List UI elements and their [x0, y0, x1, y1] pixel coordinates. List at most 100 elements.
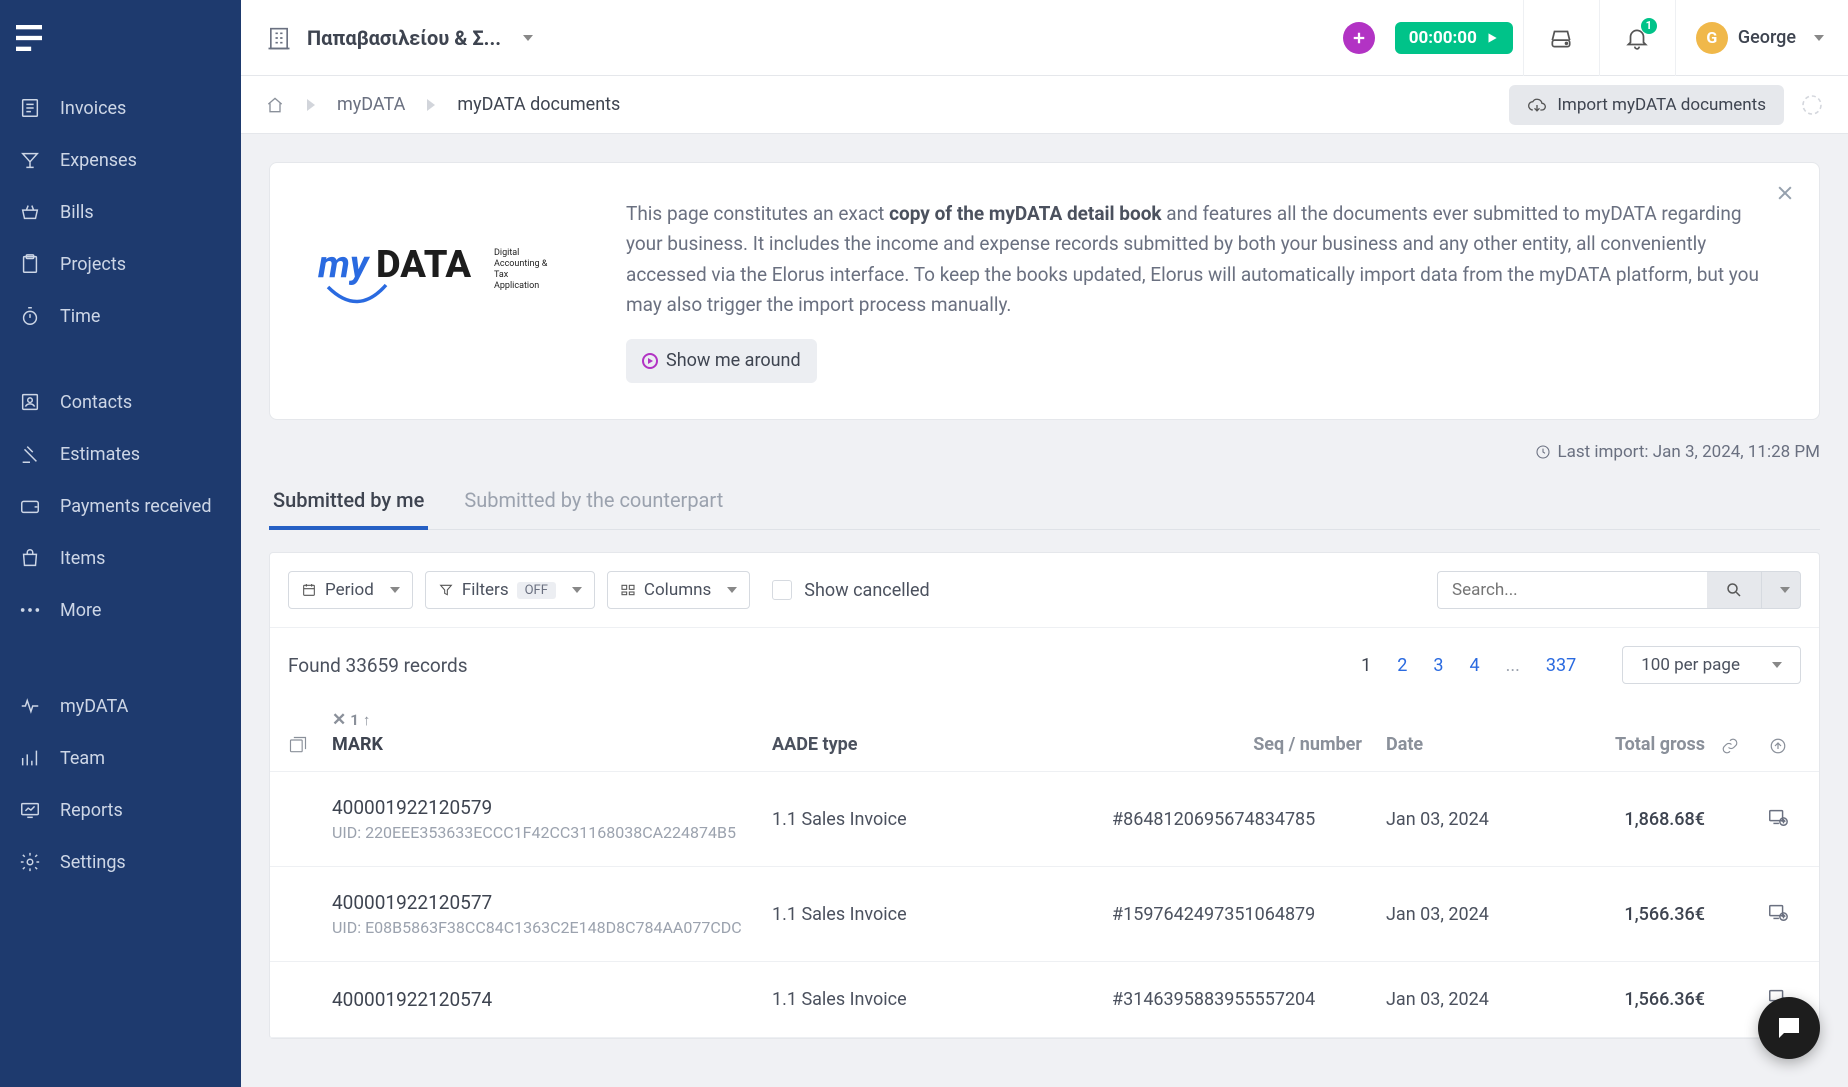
- per-page-selector[interactable]: 100 per page: [1622, 646, 1801, 684]
- chevron-down-icon: [1772, 662, 1782, 668]
- list-card: Period Filters OFF Columns Show cancelle…: [269, 552, 1820, 1039]
- period-button[interactable]: Period: [288, 571, 413, 609]
- breadcrumb-level2: myDATA documents: [457, 94, 620, 115]
- sidebar-item-invoices[interactable]: Invoices: [0, 82, 241, 134]
- avatar: G: [1696, 22, 1728, 54]
- breadcrumb-home[interactable]: [265, 95, 285, 115]
- sidebar-label: More: [60, 600, 101, 621]
- gear-icon: [18, 851, 42, 873]
- row-gross: 1,868.68€: [1582, 809, 1705, 830]
- close-button[interactable]: [1775, 183, 1795, 203]
- filter-toolbar: Period Filters OFF Columns Show cancelle…: [270, 553, 1819, 628]
- sidebar-item-projects[interactable]: Projects: [0, 238, 241, 290]
- row-gross: 1,566.36€: [1582, 904, 1705, 925]
- sidebar-label: Contacts: [60, 392, 132, 413]
- app-logo[interactable]: [0, 0, 241, 76]
- sidebar-label: myDATA: [60, 696, 128, 717]
- header-seq[interactable]: Seq / number: [1112, 734, 1362, 755]
- chat-fab[interactable]: [1758, 997, 1820, 1059]
- sidebar-label: Items: [60, 548, 105, 569]
- page-link[interactable]: 1: [1361, 655, 1371, 676]
- device-upload-icon: [1767, 806, 1789, 828]
- row-mark: 400001922120579: [332, 796, 772, 819]
- user-menu[interactable]: G George: [1675, 0, 1824, 76]
- page-link[interactable]: 4: [1469, 655, 1479, 676]
- page-link[interactable]: 3: [1433, 655, 1443, 676]
- show-cancelled-toggle[interactable]: Show cancelled: [772, 580, 929, 601]
- header-gross[interactable]: Total gross: [1582, 734, 1705, 755]
- info-text-pre: This page constitutes an exact: [626, 202, 889, 225]
- select-all-icon: [288, 735, 308, 755]
- calendar-icon: [301, 582, 317, 598]
- page-link[interactable]: 337: [1546, 655, 1576, 676]
- notifications-button[interactable]: 1: [1599, 0, 1675, 76]
- search-dropdown[interactable]: [1761, 571, 1801, 609]
- page-ellipsis: ...: [1506, 655, 1520, 676]
- sidebar-item-time[interactable]: Time: [0, 290, 241, 342]
- sidebar-item-expenses[interactable]: Expenses: [0, 134, 241, 186]
- stopwatch-icon: [18, 305, 42, 327]
- filters-button[interactable]: Filters OFF: [425, 571, 595, 609]
- sidebar-item-payments-received[interactable]: Payments received: [0, 480, 241, 532]
- storage-button[interactable]: [1523, 0, 1599, 76]
- tab-submitted-by-counterpart[interactable]: Submitted by the counterpart: [460, 474, 727, 529]
- records-count: Found 33659 records: [288, 654, 468, 677]
- page-link[interactable]: 2: [1397, 655, 1407, 676]
- per-page-label: 100 per page: [1641, 655, 1740, 675]
- breadcrumb-level1[interactable]: myDATA: [337, 94, 405, 115]
- user-name: George: [1738, 27, 1796, 48]
- show-me-around-button[interactable]: Show me around: [626, 339, 817, 384]
- svg-text:my: my: [318, 243, 371, 287]
- row-upload-button[interactable]: [1767, 806, 1789, 828]
- mydata-logo: my DATA Digital Accounting & Tax Applica…: [318, 199, 578, 349]
- chevron-down-icon: [572, 587, 582, 593]
- sidebar-item-mydata[interactable]: myDATA: [0, 680, 241, 732]
- search-input[interactable]: [1437, 571, 1707, 609]
- sidebar-item-estimates[interactable]: Estimates: [0, 428, 241, 480]
- table-row[interactable]: 400001922120579 UID: 220EEE353633ECCC1F4…: [270, 772, 1819, 867]
- search-button[interactable]: [1707, 571, 1761, 609]
- table-row[interactable]: 400001922120577 UID: E08B5863F38CC84C136…: [270, 867, 1819, 962]
- sidebar-item-more[interactable]: More: [0, 584, 241, 636]
- select-all-header[interactable]: [288, 735, 332, 755]
- funnel-icon: [438, 582, 454, 598]
- columns-label: Columns: [644, 580, 711, 600]
- last-import: Last import: Jan 3, 2024, 11:28 PM: [269, 442, 1820, 462]
- sidebar: Invoices Expenses Bills Projects Time Co…: [0, 0, 241, 1087]
- sidebar-item-items[interactable]: Items: [0, 532, 241, 584]
- row-seq: #1597642497351064879: [1112, 904, 1362, 925]
- header-type[interactable]: AADE type: [772, 734, 1112, 755]
- info-text: This page constitutes an exact copy of t…: [626, 199, 1771, 383]
- sidebar-item-contacts[interactable]: Contacts: [0, 376, 241, 428]
- row-upload-button[interactable]: [1767, 901, 1789, 923]
- row-type: 1.1 Sales Invoice: [772, 809, 1112, 830]
- pulse-icon: [18, 695, 42, 717]
- play-circle-icon: [642, 353, 658, 369]
- table-row[interactable]: 400001922120574 1.1 Sales Invoice #31463…: [270, 962, 1819, 1038]
- sidebar-item-bills[interactable]: Bills: [0, 186, 241, 238]
- sidebar-item-reports[interactable]: Reports: [0, 784, 241, 836]
- sidebar-label: Expenses: [60, 150, 137, 171]
- timer-button[interactable]: 00:00:00: [1395, 22, 1513, 54]
- svg-text:Digital: Digital: [494, 248, 519, 258]
- notification-badge: 1: [1641, 18, 1657, 34]
- header-date[interactable]: Date: [1362, 734, 1582, 755]
- row-seq: #3146395883955557204: [1112, 989, 1362, 1010]
- gavel-icon: [18, 443, 42, 465]
- clock-icon: [1535, 444, 1551, 460]
- add-button[interactable]: [1343, 22, 1375, 54]
- sidebar-item-settings[interactable]: Settings: [0, 836, 241, 888]
- columns-button[interactable]: Columns: [607, 571, 750, 609]
- wallet-icon: [18, 495, 42, 517]
- filters-state: OFF: [517, 582, 556, 599]
- import-mydata-label: Import myDATA documents: [1557, 95, 1766, 115]
- company-selector[interactable]: Παπαβασιλείου & Σ...: [265, 24, 533, 52]
- timer-value: 00:00:00: [1409, 28, 1477, 48]
- sidebar-label: Invoices: [60, 98, 126, 119]
- sidebar-label: Settings: [60, 852, 126, 873]
- import-mydata-button[interactable]: Import myDATA documents: [1509, 85, 1784, 125]
- sidebar-item-team[interactable]: Team: [0, 732, 241, 784]
- close-icon: [1775, 183, 1795, 203]
- tab-submitted-by-me[interactable]: Submitted by me: [269, 474, 428, 530]
- header-mark[interactable]: ✕1↑ MARK: [332, 710, 772, 755]
